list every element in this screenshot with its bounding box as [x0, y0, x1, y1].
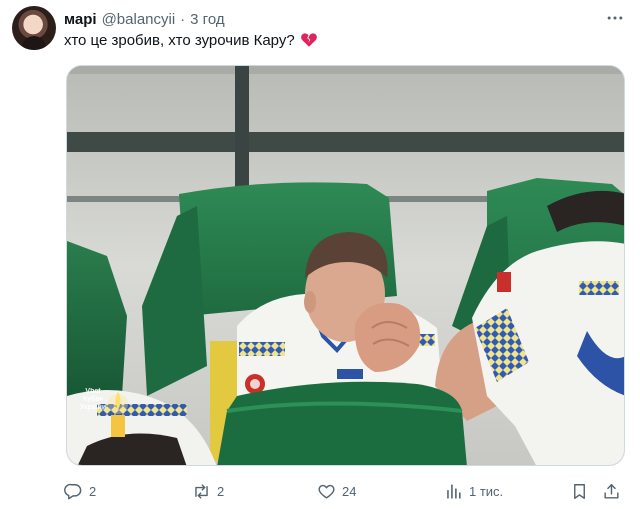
reply-button[interactable]: 2: [64, 478, 96, 504]
avatar[interactable]: [12, 6, 56, 50]
photo-player-crying: [67, 66, 624, 465]
tweet-header: марі @balancyii · 3 год: [64, 9, 225, 29]
post-time[interactable]: 3 год: [190, 11, 224, 28]
author-name[interactable]: марі: [64, 11, 97, 28]
retweet-count: 2: [217, 483, 225, 499]
bookmark-icon: [574, 483, 585, 499]
reply-count: 2: [89, 483, 97, 499]
like-icon: [318, 484, 335, 499]
tweet-photo[interactable]: Vbet Кубок України: [66, 65, 625, 466]
action-bar: 2 2 24 1 тис.: [64, 478, 630, 504]
watermark-line: України: [79, 404, 107, 411]
share-button[interactable]: [602, 478, 621, 504]
bookmark-button[interactable]: [570, 478, 589, 504]
more-icon[interactable]: [600, 6, 630, 30]
retweet-button[interactable]: 2: [192, 478, 224, 504]
reply-icon: [64, 483, 82, 499]
views-count: 1 тис.: [469, 483, 504, 499]
views-button[interactable]: 1 тис.: [444, 478, 503, 504]
tweet-text-row: хто це зробив, хто зурочив Кару?: [64, 31, 318, 49]
tweet[interactable]: марі @balancyii · 3 год хто це зробив, х…: [0, 0, 640, 509]
separator-dot: ·: [180, 10, 186, 28]
like-button[interactable]: 24: [317, 478, 356, 504]
watermark-line: Vbet: [85, 388, 101, 395]
watermark-line: Кубок: [82, 396, 104, 403]
tweet-text: хто це зробив, хто зурочив Кару?: [64, 31, 295, 49]
share-icon: [604, 483, 619, 499]
retweet-icon: [195, 483, 208, 499]
views-icon: [447, 483, 461, 499]
like-count: 24: [342, 483, 357, 499]
cup-watermark: Vbet Кубок України: [73, 388, 113, 412]
author-handle[interactable]: @balancyii: [102, 11, 176, 28]
broken-heart-icon: [300, 33, 317, 47]
